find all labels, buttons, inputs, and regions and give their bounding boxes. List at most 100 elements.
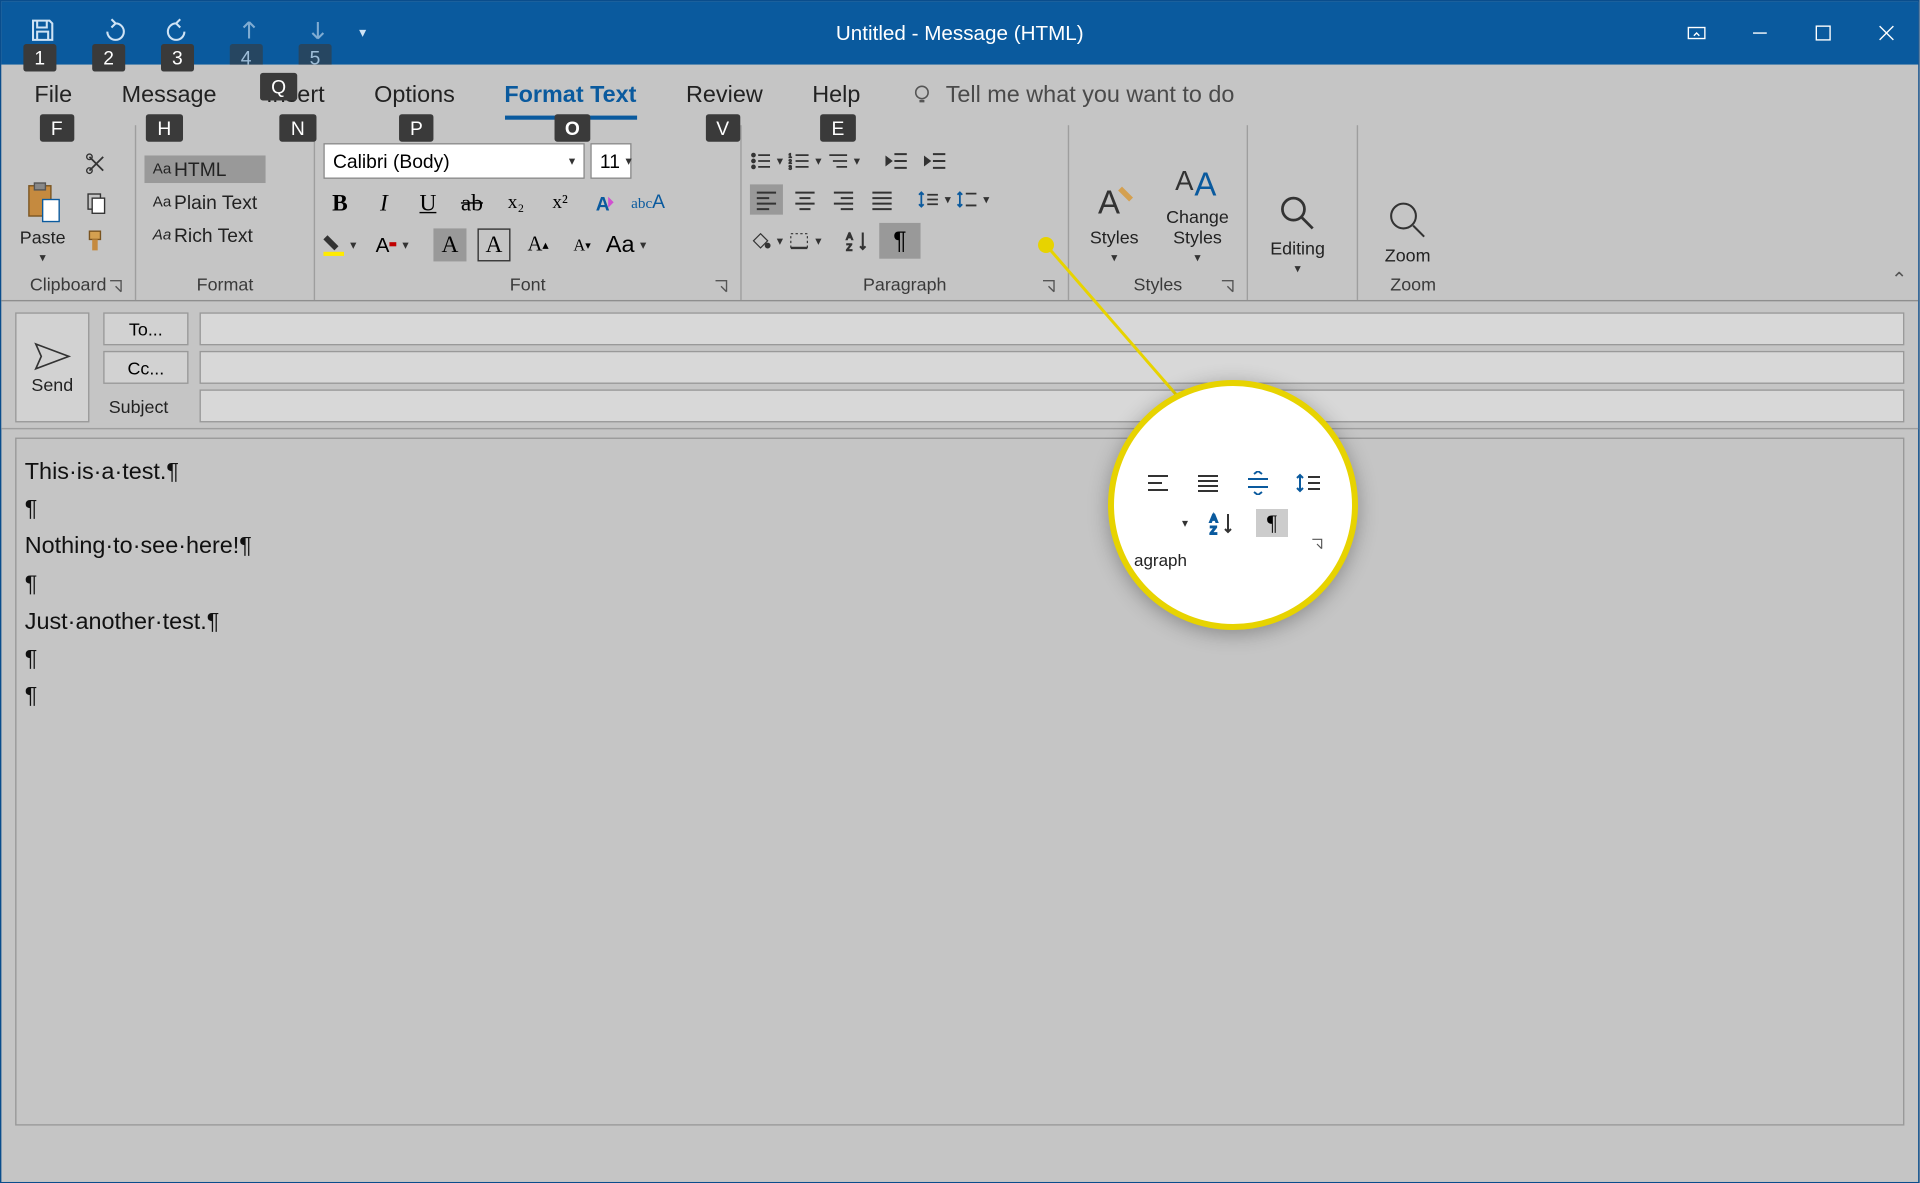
underline-button[interactable]: U xyxy=(411,187,444,220)
cut-button[interactable] xyxy=(81,149,111,179)
next-icon[interactable]: 5 xyxy=(304,16,332,50)
lightbulb-icon xyxy=(910,83,935,108)
text-effects-button[interactable]: A xyxy=(588,187,621,220)
bold-button[interactable]: B xyxy=(323,187,356,220)
to-field[interactable] xyxy=(200,312,1905,345)
keytip-e: E xyxy=(821,114,856,142)
zoom-group-label: Zoom xyxy=(1366,274,1460,297)
spellcheck-toggle[interactable]: abcA xyxy=(632,187,665,220)
keytip-o: O xyxy=(554,114,591,142)
tab-format-text[interactable]: Format TextO xyxy=(504,73,636,117)
keytip-3: 3 xyxy=(161,43,194,71)
sort-button[interactable]: AZ xyxy=(841,226,874,256)
keytip-2: 2 xyxy=(92,43,125,71)
paste-button[interactable]: Paste ▾ xyxy=(10,139,76,266)
paragraph-launcher[interactable] xyxy=(1040,278,1057,295)
clipboard-launcher[interactable] xyxy=(107,278,124,295)
change-styles-icon: AA xyxy=(1175,160,1219,204)
qat-customize-icon[interactable]: ▾ xyxy=(359,25,366,40)
redo-icon[interactable]: 3 xyxy=(166,16,194,50)
clipboard-group-label: Clipboard xyxy=(30,274,107,295)
tab-review[interactable]: ReviewV xyxy=(686,73,763,117)
format-painter-button[interactable] xyxy=(81,226,111,256)
font-launcher[interactable] xyxy=(713,278,730,295)
highlight-icon xyxy=(323,233,344,258)
zoom-para-spacing-icon xyxy=(1292,469,1324,497)
shading-button[interactable]: ▾ xyxy=(750,226,783,256)
keytip-h: H xyxy=(146,114,182,142)
collapse-ribbon-button[interactable]: ⌃ xyxy=(1891,268,1907,291)
change-styles-button[interactable]: AA Change Styles▾ xyxy=(1157,139,1239,266)
keytip-n: N xyxy=(280,114,316,142)
tab-message[interactable]: MessageH xyxy=(122,73,217,117)
cc-field[interactable] xyxy=(200,351,1905,384)
message-body[interactable]: This·is·a·test.¶ ¶ Nothing·to·see·here!¶… xyxy=(15,438,1904,1126)
copy-button[interactable] xyxy=(81,187,111,217)
body-line: Nothing·to·see·here!¶ xyxy=(25,528,1895,565)
show-hide-marks-button[interactable]: ¶ xyxy=(879,223,920,259)
editing-group-label xyxy=(1256,294,1348,297)
previous-icon[interactable]: 4 xyxy=(235,16,263,50)
align-left-button[interactable] xyxy=(750,184,783,214)
borders-button[interactable]: ▾ xyxy=(788,226,821,256)
minimize-button[interactable] xyxy=(1728,1,1791,64)
zoom-align-icon xyxy=(1142,469,1174,497)
format-html-button[interactable]: AaHTML xyxy=(144,155,265,183)
justify-button[interactable] xyxy=(866,184,899,214)
ribbon-display-icon[interactable] xyxy=(1665,1,1728,64)
subscript-button[interactable]: x₂ xyxy=(499,187,532,220)
find-icon xyxy=(1276,191,1320,235)
to-button[interactable]: To... xyxy=(103,312,188,345)
zoom-sort-icon: AZ xyxy=(1206,509,1238,537)
font-group-label: Font xyxy=(510,274,546,295)
shrink-font-button[interactable]: A▾ xyxy=(566,228,599,261)
cc-button[interactable]: Cc... xyxy=(103,351,188,384)
close-button[interactable] xyxy=(1855,1,1918,64)
italic-button[interactable]: I xyxy=(367,187,400,220)
highlight-button[interactable]: ▾ xyxy=(323,228,356,261)
tab-file[interactable]: FileF xyxy=(34,73,72,117)
zoom-button[interactable]: Zoom xyxy=(1366,139,1449,266)
numbering-button[interactable]: 123▾ xyxy=(788,146,821,176)
format-plain-button[interactable]: AaPlain Text xyxy=(144,189,265,217)
change-case-button[interactable]: Aa▾ xyxy=(610,228,643,261)
paragraph-group-label: Paragraph xyxy=(863,274,947,295)
grow-font-button[interactable]: A▴ xyxy=(522,228,555,261)
styles-launcher[interactable] xyxy=(1219,278,1236,295)
editing-button[interactable]: Editing▾ xyxy=(1256,149,1339,276)
body-line: This·is·a·test.¶ xyxy=(25,453,1895,490)
align-center-button[interactable] xyxy=(788,184,821,214)
align-right-button[interactable] xyxy=(827,184,860,214)
save-icon[interactable]: 1 xyxy=(29,16,57,50)
paragraph-spacing-button[interactable]: ▾ xyxy=(956,184,989,214)
bullets-button[interactable]: ▾ xyxy=(750,146,783,176)
tell-me-search[interactable]: Tell me what you want to do Q xyxy=(910,81,1234,109)
superscript-button[interactable]: x² xyxy=(544,187,577,220)
svg-text:A: A xyxy=(1195,165,1217,202)
line-spacing-button[interactable]: ▾ xyxy=(918,184,951,214)
ribbon-tabs: FileF MessageH InsertN OptionsP Format T… xyxy=(1,65,1918,126)
send-button[interactable]: Send xyxy=(15,312,89,422)
font-color-button[interactable]: A▾ xyxy=(376,228,409,261)
compose-header: Send To... Cc... Subject xyxy=(1,301,1918,429)
send-icon xyxy=(33,341,72,371)
char-shading-button[interactable]: A xyxy=(433,228,466,261)
subject-label: Subject xyxy=(103,396,188,417)
tell-me-label: Tell me what you want to do xyxy=(946,81,1235,109)
tab-help[interactable]: HelpE xyxy=(812,73,860,117)
format-rich-button[interactable]: AaRich Text xyxy=(144,222,265,250)
zoom-justify-icon xyxy=(1192,469,1224,497)
strikethrough-button[interactable]: ab xyxy=(455,187,488,220)
font-size-select[interactable]: 11▾ xyxy=(590,143,631,179)
svg-text:A: A xyxy=(1210,513,1218,525)
tab-options[interactable]: OptionsP xyxy=(374,73,455,117)
char-border-button[interactable]: A xyxy=(477,228,510,261)
styles-button[interactable]: A Styles▾ xyxy=(1077,139,1151,266)
subject-field[interactable] xyxy=(200,389,1905,422)
increase-indent-button[interactable] xyxy=(918,146,951,176)
maximize-button[interactable] xyxy=(1792,1,1855,64)
undo-icon[interactable]: 2 xyxy=(98,16,126,50)
font-name-select[interactable]: Calibri (Body)▾ xyxy=(323,143,584,179)
multilevel-button[interactable]: ▾ xyxy=(827,146,860,176)
decrease-indent-button[interactable] xyxy=(879,146,912,176)
